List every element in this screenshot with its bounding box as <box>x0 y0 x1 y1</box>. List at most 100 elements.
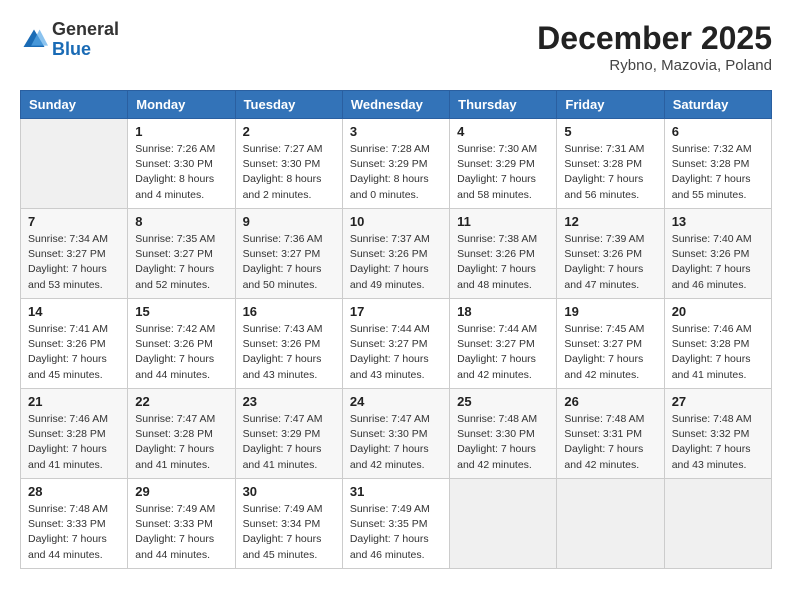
day-info: Sunrise: 7:46 AMSunset: 3:28 PMDaylight:… <box>672 322 764 383</box>
day-number: 17 <box>350 304 442 319</box>
calendar-day-cell: 18 Sunrise: 7:44 AMSunset: 3:27 PMDayligh… <box>450 299 557 389</box>
day-number: 21 <box>28 394 120 409</box>
day-number: 25 <box>457 394 549 409</box>
day-info: Sunrise: 7:41 AMSunset: 3:26 PMDaylight:… <box>28 322 120 383</box>
page-header: General Blue December 2025 Rybno, Mazovi… <box>20 20 772 74</box>
calendar-day-cell: 3 Sunrise: 7:28 AMSunset: 3:29 PMDaylight… <box>342 119 449 209</box>
day-info: Sunrise: 7:38 AMSunset: 3:26 PMDaylight:… <box>457 232 549 293</box>
day-info: Sunrise: 7:48 AMSunset: 3:31 PMDaylight:… <box>564 412 656 473</box>
day-number: 26 <box>564 394 656 409</box>
day-info: Sunrise: 7:47 AMSunset: 3:30 PMDaylight:… <box>350 412 442 473</box>
day-info: Sunrise: 7:31 AMSunset: 3:28 PMDaylight:… <box>564 142 656 203</box>
day-number: 8 <box>135 214 227 229</box>
calendar-week-row: 28 Sunrise: 7:48 AMSunset: 3:33 PMDayligh… <box>21 479 772 569</box>
day-number: 30 <box>243 484 335 499</box>
day-number: 18 <box>457 304 549 319</box>
day-of-week-header: Monday <box>128 91 235 119</box>
day-info: Sunrise: 7:28 AMSunset: 3:29 PMDaylight:… <box>350 142 442 203</box>
day-info: Sunrise: 7:35 AMSunset: 3:27 PMDaylight:… <box>135 232 227 293</box>
day-number: 3 <box>350 124 442 139</box>
day-number: 22 <box>135 394 227 409</box>
day-number: 7 <box>28 214 120 229</box>
day-info: Sunrise: 7:44 AMSunset: 3:27 PMDaylight:… <box>350 322 442 383</box>
calendar-day-cell: 13Sunrise: 7:40 AMSunset: 3:26 PMDayligh… <box>664 209 771 299</box>
logo: General Blue <box>20 20 119 60</box>
day-number: 13 <box>672 214 764 229</box>
day-info: Sunrise: 7:37 AMSunset: 3:26 PMDaylight:… <box>350 232 442 293</box>
day-number: 5 <box>564 124 656 139</box>
calendar-day-cell: 31 Sunrise: 7:49 AMSunset: 3:35 PMDayligh… <box>342 479 449 569</box>
location-subtitle: Rybno, Mazovia, Poland <box>537 57 772 74</box>
day-number: 27 <box>672 394 764 409</box>
logo-icon <box>20 26 48 54</box>
day-info: Sunrise: 7:48 AMSunset: 3:33 PMDaylight:… <box>28 502 120 563</box>
calendar-day-cell: 12Sunrise: 7:39 AMSunset: 3:26 PMDayligh… <box>557 209 664 299</box>
day-info: Sunrise: 7:49 AMSunset: 3:33 PMDaylight:… <box>135 502 227 563</box>
day-number: 1 <box>135 124 227 139</box>
calendar-day-cell <box>21 119 128 209</box>
day-of-week-header: Tuesday <box>235 91 342 119</box>
day-info: Sunrise: 7:42 AMSunset: 3:26 PMDaylight:… <box>135 322 227 383</box>
day-info: Sunrise: 7:49 AMSunset: 3:35 PMDaylight:… <box>350 502 442 563</box>
day-info: Sunrise: 7:32 AMSunset: 3:28 PMDaylight:… <box>672 142 764 203</box>
day-info: Sunrise: 7:47 AMSunset: 3:28 PMDaylight:… <box>135 412 227 473</box>
day-number: 2 <box>243 124 335 139</box>
day-info: Sunrise: 7:44 AMSunset: 3:27 PMDaylight:… <box>457 322 549 383</box>
calendar-week-row: 21 Sunrise: 7:46 AMSunset: 3:28 PMDayligh… <box>21 389 772 479</box>
month-title: December 2025 <box>537 20 772 57</box>
calendar-day-cell: 19Sunrise: 7:45 AMSunset: 3:27 PMDayligh… <box>557 299 664 389</box>
day-number: 23 <box>243 394 335 409</box>
day-of-week-header: Thursday <box>450 91 557 119</box>
day-of-week-header: Wednesday <box>342 91 449 119</box>
day-info: Sunrise: 7:48 AMSunset: 3:30 PMDaylight:… <box>457 412 549 473</box>
calendar-day-cell <box>664 479 771 569</box>
calendar-day-cell: 16Sunrise: 7:43 AMSunset: 3:26 PMDayligh… <box>235 299 342 389</box>
title-block: December 2025 Rybno, Mazovia, Poland <box>537 20 772 74</box>
day-of-week-header: Friday <box>557 91 664 119</box>
day-info: Sunrise: 7:43 AMSunset: 3:26 PMDaylight:… <box>243 322 335 383</box>
day-info: Sunrise: 7:47 AMSunset: 3:29 PMDaylight:… <box>243 412 335 473</box>
day-info: Sunrise: 7:46 AMSunset: 3:28 PMDaylight:… <box>28 412 120 473</box>
calendar-day-cell: 14Sunrise: 7:41 AMSunset: 3:26 PMDayligh… <box>21 299 128 389</box>
calendar-day-cell: 30Sunrise: 7:49 AMSunset: 3:34 PMDayligh… <box>235 479 342 569</box>
calendar-day-cell: 8 Sunrise: 7:35 AMSunset: 3:27 PMDaylight… <box>128 209 235 299</box>
calendar-day-cell: 15 Sunrise: 7:42 AMSunset: 3:26 PMDayligh… <box>128 299 235 389</box>
calendar-day-cell: 29Sunrise: 7:49 AMSunset: 3:33 PMDayligh… <box>128 479 235 569</box>
day-number: 19 <box>564 304 656 319</box>
calendar-day-cell <box>557 479 664 569</box>
logo-general: General <box>52 19 119 39</box>
day-of-week-header: Sunday <box>21 91 128 119</box>
day-number: 28 <box>28 484 120 499</box>
calendar-day-cell: 24 Sunrise: 7:47 AMSunset: 3:30 PMDayligh… <box>342 389 449 479</box>
day-info: Sunrise: 7:26 AMSunset: 3:30 PMDaylight:… <box>135 142 227 203</box>
day-number: 10 <box>350 214 442 229</box>
day-number: 15 <box>135 304 227 319</box>
day-info: Sunrise: 7:48 AMSunset: 3:32 PMDaylight:… <box>672 412 764 473</box>
day-number: 24 <box>350 394 442 409</box>
day-info: Sunrise: 7:27 AMSunset: 3:30 PMDaylight:… <box>243 142 335 203</box>
day-number: 20 <box>672 304 764 319</box>
calendar-day-cell: 26 Sunrise: 7:48 AMSunset: 3:31 PMDayligh… <box>557 389 664 479</box>
calendar-day-cell <box>450 479 557 569</box>
calendar-day-cell: 28 Sunrise: 7:48 AMSunset: 3:33 PMDayligh… <box>21 479 128 569</box>
calendar-day-cell: 6Sunrise: 7:32 AMSunset: 3:28 PMDaylight… <box>664 119 771 209</box>
calendar-day-cell: 9Sunrise: 7:36 AMSunset: 3:27 PMDaylight… <box>235 209 342 299</box>
day-number: 9 <box>243 214 335 229</box>
logo-text: General Blue <box>52 20 119 60</box>
day-number: 11 <box>457 214 549 229</box>
calendar-day-cell: 27 Sunrise: 7:48 AMSunset: 3:32 PMDayligh… <box>664 389 771 479</box>
calendar-day-cell: 7 Sunrise: 7:34 AMSunset: 3:27 PMDaylight… <box>21 209 128 299</box>
day-info: Sunrise: 7:34 AMSunset: 3:27 PMDaylight:… <box>28 232 120 293</box>
calendar-day-cell: 21 Sunrise: 7:46 AMSunset: 3:28 PMDayligh… <box>21 389 128 479</box>
logo-blue: Blue <box>52 39 91 59</box>
calendar-day-cell: 22 Sunrise: 7:47 AMSunset: 3:28 PMDayligh… <box>128 389 235 479</box>
day-number: 31 <box>350 484 442 499</box>
calendar-table: SundayMondayTuesdayWednesdayThursdayFrid… <box>20 90 772 569</box>
calendar-header-row: SundayMondayTuesdayWednesdayThursdayFrid… <box>21 91 772 119</box>
calendar-week-row: 7 Sunrise: 7:34 AMSunset: 3:27 PMDaylight… <box>21 209 772 299</box>
calendar-day-cell: 20 Sunrise: 7:46 AMSunset: 3:28 PMDayligh… <box>664 299 771 389</box>
calendar-day-cell: 2 Sunrise: 7:27 AMSunset: 3:30 PMDaylight… <box>235 119 342 209</box>
calendar-week-row: 14Sunrise: 7:41 AMSunset: 3:26 PMDayligh… <box>21 299 772 389</box>
calendar-day-cell: 11 Sunrise: 7:38 AMSunset: 3:26 PMDayligh… <box>450 209 557 299</box>
calendar-day-cell: 17 Sunrise: 7:44 AMSunset: 3:27 PMDayligh… <box>342 299 449 389</box>
